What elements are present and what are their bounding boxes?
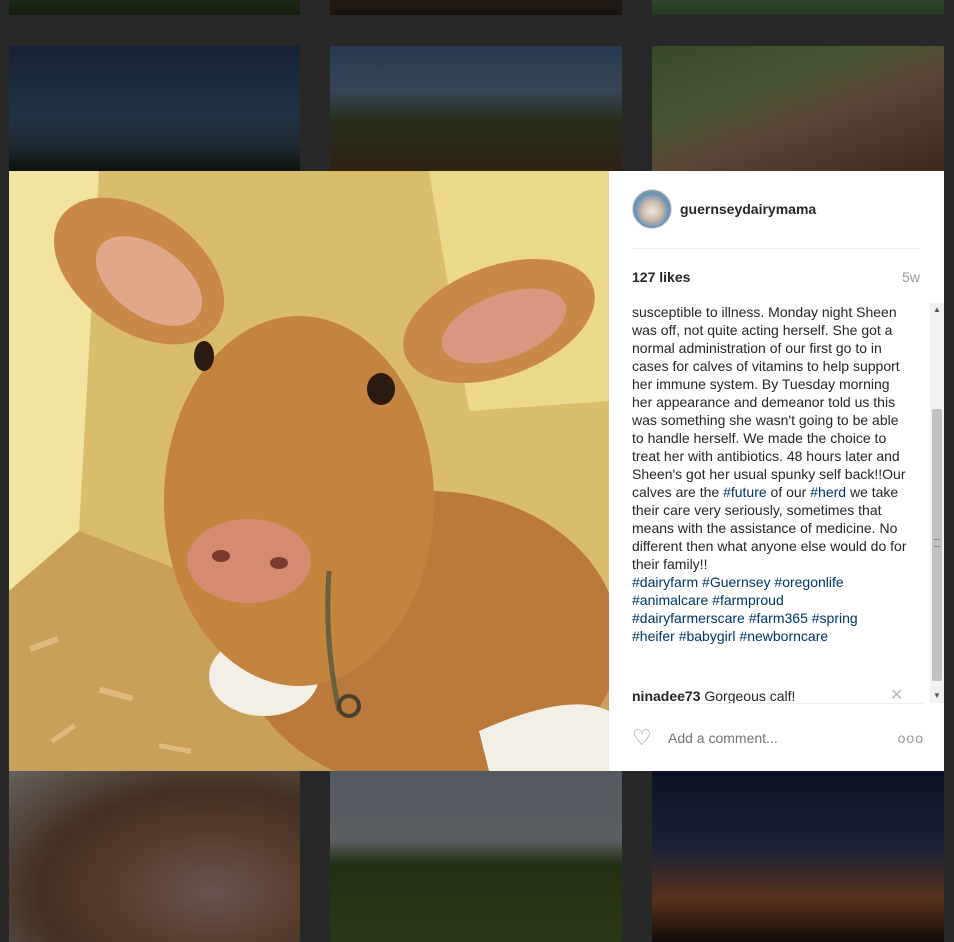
post-modal: guernseydairymama 127 likes 5w susceptib… (9, 171, 944, 771)
comments-scroll-area[interactable]: susceptible to illness. Monday night She… (632, 303, 930, 703)
scroll-up-arrow-icon[interactable]: ▲ (930, 303, 944, 317)
close-icon[interactable]: ✕ (890, 688, 904, 704)
hashtag-link[interactable]: #heifer (632, 628, 675, 644)
scroll-down-arrow-icon[interactable]: ▼ (930, 689, 944, 703)
scrollbar-grip-icon (934, 539, 940, 547)
hashtag-link[interactable]: #farm365 (749, 610, 808, 626)
likes-count[interactable]: 127 likes (632, 269, 690, 285)
post-sidebar: guernseydairymama 127 likes 5w susceptib… (609, 171, 944, 771)
hashtag-link[interactable]: #farmproud (712, 592, 784, 608)
more-options-icon[interactable]: ooo (898, 730, 924, 746)
heart-icon[interactable]: ♡ (632, 726, 656, 749)
scrollbar-thumb[interactable] (932, 409, 942, 681)
calf-photo-illustration (9, 171, 609, 771)
username-link[interactable]: guernseydairymama (680, 201, 816, 217)
comment-username[interactable]: ninadee73 (632, 688, 700, 703)
post-header: guernseydairymama (632, 188, 920, 249)
hashtag-link[interactable]: #herd (810, 484, 846, 500)
caption-text-part: of our (766, 484, 811, 500)
hashtag-link[interactable]: #oregonlife (774, 574, 843, 590)
post-age[interactable]: 5w (902, 269, 920, 285)
hashtag-link[interactable]: #babygirl (679, 628, 736, 644)
hashtag-link[interactable]: #Guernsey (702, 574, 770, 590)
post-footer: ♡ ooo (632, 703, 924, 771)
comment-text: Gorgeous calf! (700, 688, 796, 703)
hashtag-link[interactable]: #newborncare (739, 628, 828, 644)
hashtag-link[interactable]: #dairyfarmerscare (632, 610, 745, 626)
caption-text-part: susceptible to illness. Monday night She… (632, 304, 906, 500)
hashtag-link[interactable]: #spring (812, 610, 858, 626)
hashtag-link[interactable]: #future (723, 484, 767, 500)
hashtag-link[interactable]: #animalcare (632, 592, 708, 608)
caption-scrollbar[interactable]: ▲ ▼ (930, 303, 944, 703)
post-photo[interactable] (9, 171, 609, 771)
hashtag-link[interactable]: #dairyfarm (632, 574, 698, 590)
caption-text: susceptible to illness. Monday night She… (632, 303, 908, 645)
comment-item: ninadee73 Gorgeous calf! (632, 687, 908, 703)
avatar[interactable] (632, 188, 672, 229)
likes-row: 127 likes 5w (632, 269, 920, 285)
comment-input[interactable] (668, 729, 898, 746)
